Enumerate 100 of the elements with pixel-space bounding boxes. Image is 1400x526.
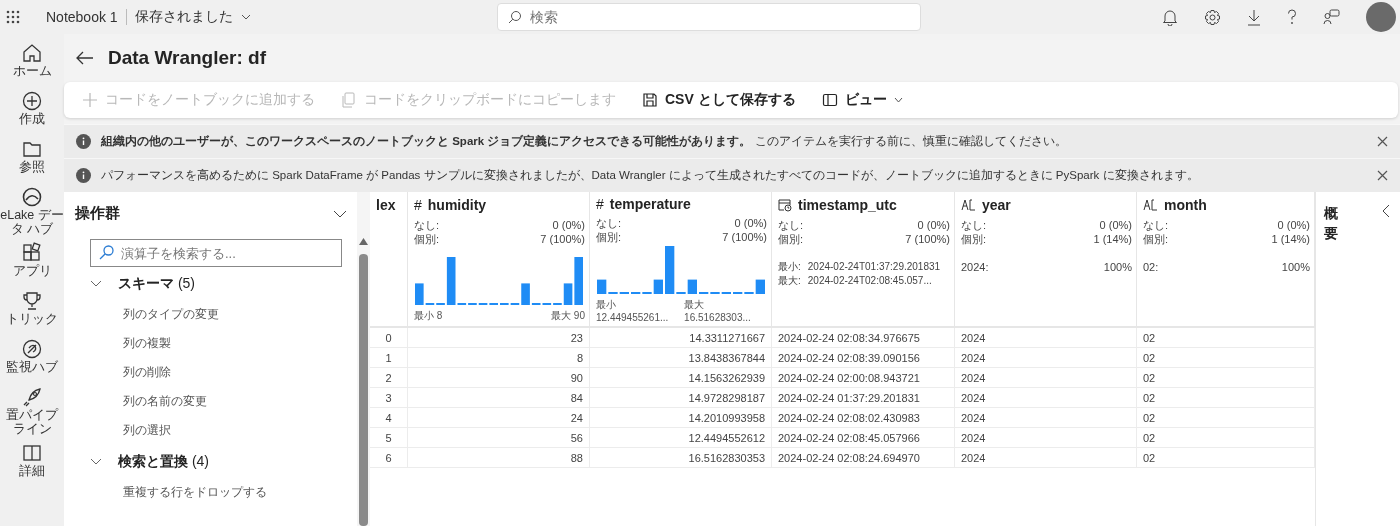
table-cell: 14.3311271667 xyxy=(590,328,772,348)
search-field[interactable]: 検索 xyxy=(496,3,921,31)
user-avatar[interactable] xyxy=(1366,2,1396,32)
close-icon[interactable] xyxy=(1377,170,1388,181)
stat-value: 100% xyxy=(1103,260,1132,274)
operation-item[interactable]: 列の選択 xyxy=(64,416,357,445)
table-cell: 84 xyxy=(408,388,590,408)
histogram-min: 最小 12.449455261... xyxy=(596,298,670,323)
feedback-icon[interactable] xyxy=(1323,9,1340,25)
table-cell: 14.2010993958 xyxy=(590,408,772,428)
home-icon xyxy=(21,42,43,64)
search-icon xyxy=(507,10,522,24)
stat-value: 7 (100%) xyxy=(905,232,950,246)
table-cell: 2 xyxy=(370,368,408,388)
table-cell: 02 xyxy=(1137,328,1315,348)
stat-label: 2024: xyxy=(961,260,989,274)
table-cell: 0 xyxy=(370,328,408,348)
settings-icon[interactable] xyxy=(1204,8,1221,26)
operation-group[interactable]: スキーマ (5) xyxy=(64,267,357,300)
search-icon xyxy=(99,245,114,260)
nav-item[interactable]: トリック xyxy=(0,288,64,334)
apps-icon xyxy=(21,242,43,264)
table-cell: 88 xyxy=(408,448,590,468)
table-cell: 2024 xyxy=(955,408,1137,428)
back-arrow-icon[interactable] xyxy=(76,51,94,65)
column-header[interactable]: month xyxy=(1164,197,1207,213)
operations-title: 操作群 xyxy=(75,204,120,223)
scrollbar-thumb[interactable] xyxy=(359,254,368,526)
nav-item[interactable]: 置パイプライン xyxy=(0,384,64,438)
table-cell: 5 xyxy=(370,428,408,448)
table-cell: 2024-02-24 01:37:29.201831 xyxy=(772,388,955,408)
toolbar-button[interactable]: ビュー xyxy=(821,91,903,109)
stat-value: 2024-02-24T02:08:45.057... xyxy=(807,274,932,288)
chevron-icon xyxy=(90,458,102,465)
summary-title: 概要 xyxy=(1324,204,1338,243)
operator-search-field[interactable]: 演算子を検索する... xyxy=(90,239,342,267)
column-header[interactable]: humidity xyxy=(427,197,487,213)
table-cell: 2024 xyxy=(955,428,1137,448)
histogram-max: 最大 90 xyxy=(551,309,585,323)
nav-item[interactable]: 参照 xyxy=(0,136,64,182)
operation-item[interactable]: 列のタイプの変更 xyxy=(64,300,357,329)
operation-item[interactable]: 列の削除 xyxy=(64,358,357,387)
notifications-icon[interactable] xyxy=(1162,8,1178,26)
nav-item[interactable]: アプリ xyxy=(0,240,64,286)
toolbar-button[interactable]: CSV として保存する xyxy=(642,91,796,109)
column-header[interactable]: temperature xyxy=(609,196,691,212)
app-launcher-icon[interactable] xyxy=(6,10,20,24)
stat-label: 個別: xyxy=(596,230,622,244)
table-cell: 2024 xyxy=(955,348,1137,368)
table-cell: 12.4494552612 xyxy=(590,428,772,448)
text-type-icon xyxy=(961,198,976,212)
column-header[interactable]: timestamp_utc xyxy=(798,197,897,213)
stat-label: なし: xyxy=(778,218,804,232)
table-cell: 2024 xyxy=(955,328,1137,348)
table-cell: 02 xyxy=(1137,388,1315,408)
histogram-min: 最小 8 xyxy=(414,309,443,323)
info-icon xyxy=(76,134,91,149)
table-cell: 90 xyxy=(408,368,590,388)
notice-message: パフォーマンスを高めるために Spark DataFrame が Pandas サンプルに変換されましたが、Data Wrangler によって生成されたすべてのコードが、ノートブックに追加するときに PySpark に変換されます。 xyxy=(101,168,1200,183)
nav-item[interactable]: 作成 xyxy=(0,88,64,134)
nav-item[interactable]: ホーム xyxy=(0,40,64,86)
nav-item[interactable]: eLake データ ハブ xyxy=(0,184,64,238)
stat-label: なし: xyxy=(414,218,440,232)
save-status-dropdown[interactable]: 保存されました xyxy=(134,8,251,26)
stat-value: 1 (14%) xyxy=(1271,232,1310,246)
table-cell: 2024-02-24 02:08:02.430983 xyxy=(772,408,955,428)
chevron-down-icon xyxy=(240,14,251,20)
column-header[interactable]: year xyxy=(982,197,1011,213)
stat-value: 7 (100%) xyxy=(722,230,767,244)
nav-item[interactable]: 詳細 xyxy=(0,440,64,486)
stat-value: 2024-02-24T01:37:29.201831 xyxy=(807,260,941,274)
download-icon[interactable] xyxy=(1247,8,1261,26)
close-icon[interactable] xyxy=(1377,136,1388,147)
table-cell: 14.9728298187 xyxy=(590,388,772,408)
table-cell: 56 xyxy=(408,428,590,448)
operation-item[interactable]: 列の複製 xyxy=(64,329,357,358)
chevron-down-icon[interactable] xyxy=(333,209,347,218)
table-cell: 24 xyxy=(408,408,590,428)
stat-label: 最小: xyxy=(778,260,801,274)
operation-item[interactable]: 列の名前の変更 xyxy=(64,387,357,416)
operation-item[interactable]: 重複する行をドロップする xyxy=(64,478,357,507)
calendar-clock-icon xyxy=(778,198,792,212)
page-title: Data Wrangler: df xyxy=(108,47,266,69)
column-header: lex xyxy=(376,197,396,213)
save-icon xyxy=(642,92,658,108)
panel-icon xyxy=(821,92,838,108)
notebook-name[interactable]: Notebook 1 xyxy=(46,9,127,25)
scroll-up-icon[interactable] xyxy=(359,238,368,245)
nav-item[interactable]: 監視ハブ xyxy=(0,336,64,382)
stat-label: なし: xyxy=(1143,218,1169,232)
table-cell: 02 xyxy=(1137,368,1315,388)
table-cell: 2024-02-24 02:08:24.694970 xyxy=(772,448,955,468)
help-icon[interactable] xyxy=(1287,9,1297,25)
operation-group[interactable]: 検索と置換 (4) xyxy=(64,445,357,478)
table-cell: 8 xyxy=(408,348,590,368)
histogram-max: 最大 16.51628303... xyxy=(684,298,752,323)
plus-circle-icon xyxy=(21,90,43,112)
table-cell: 02 xyxy=(1137,428,1315,448)
plus-icon xyxy=(82,92,98,108)
book-icon xyxy=(21,442,43,464)
